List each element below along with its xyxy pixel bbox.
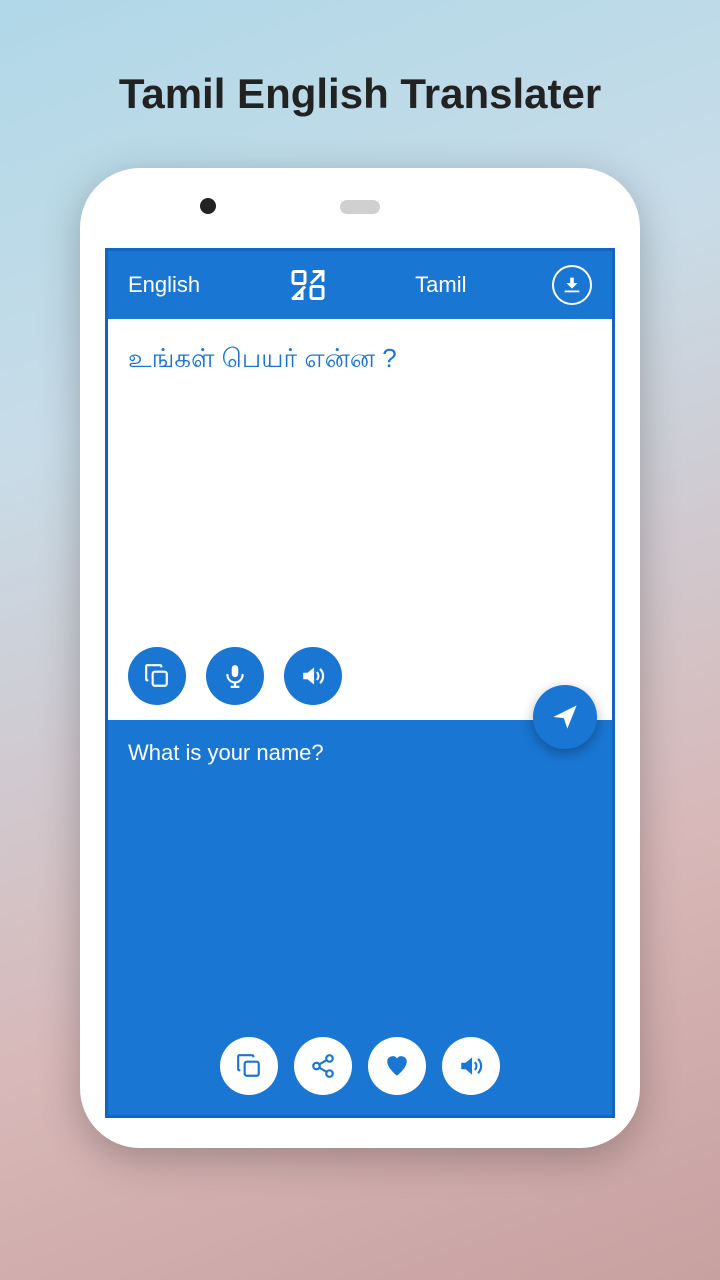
send-icon [551, 703, 579, 731]
download-button[interactable] [552, 265, 592, 305]
send-button[interactable] [533, 685, 597, 749]
heart-icon [384, 1053, 410, 1079]
output-action-buttons [128, 1037, 592, 1105]
volume-icon [300, 663, 326, 689]
phone-frame: English Tamil உங் [80, 168, 640, 1148]
microphone-icon [222, 663, 248, 689]
output-text: What is your name? [128, 740, 592, 1028]
input-area: உங்கள் பெயர் என்ன ? [108, 319, 612, 720]
download-icon [561, 274, 583, 296]
favorite-button[interactable] [368, 1037, 426, 1095]
input-text[interactable]: உங்கள் பெயர் என்ன ? [128, 339, 592, 637]
target-language-button[interactable]: Tamil [415, 272, 466, 298]
swap-languages-button[interactable] [286, 263, 330, 307]
copy-input-button[interactable] [128, 647, 186, 705]
phone-speaker [340, 200, 380, 214]
microphone-button[interactable] [206, 647, 264, 705]
output-area: What is your name? [108, 720, 612, 1116]
input-action-buttons [128, 647, 592, 705]
source-language-button[interactable]: English [128, 272, 200, 298]
copy-output-button[interactable] [220, 1037, 278, 1095]
share-icon [310, 1053, 336, 1079]
swap-icon [290, 267, 326, 303]
phone-screen: English Tamil உங் [105, 248, 615, 1118]
copy-icon [144, 663, 170, 689]
toolbar: English Tamil [108, 251, 612, 319]
volume-input-button[interactable] [284, 647, 342, 705]
app-title: Tamil English Translater [119, 70, 601, 118]
phone-camera [200, 198, 216, 214]
volume-output-icon [458, 1053, 484, 1079]
volume-output-button[interactable] [442, 1037, 500, 1095]
share-button[interactable] [294, 1037, 352, 1095]
copy-output-icon [236, 1053, 262, 1079]
